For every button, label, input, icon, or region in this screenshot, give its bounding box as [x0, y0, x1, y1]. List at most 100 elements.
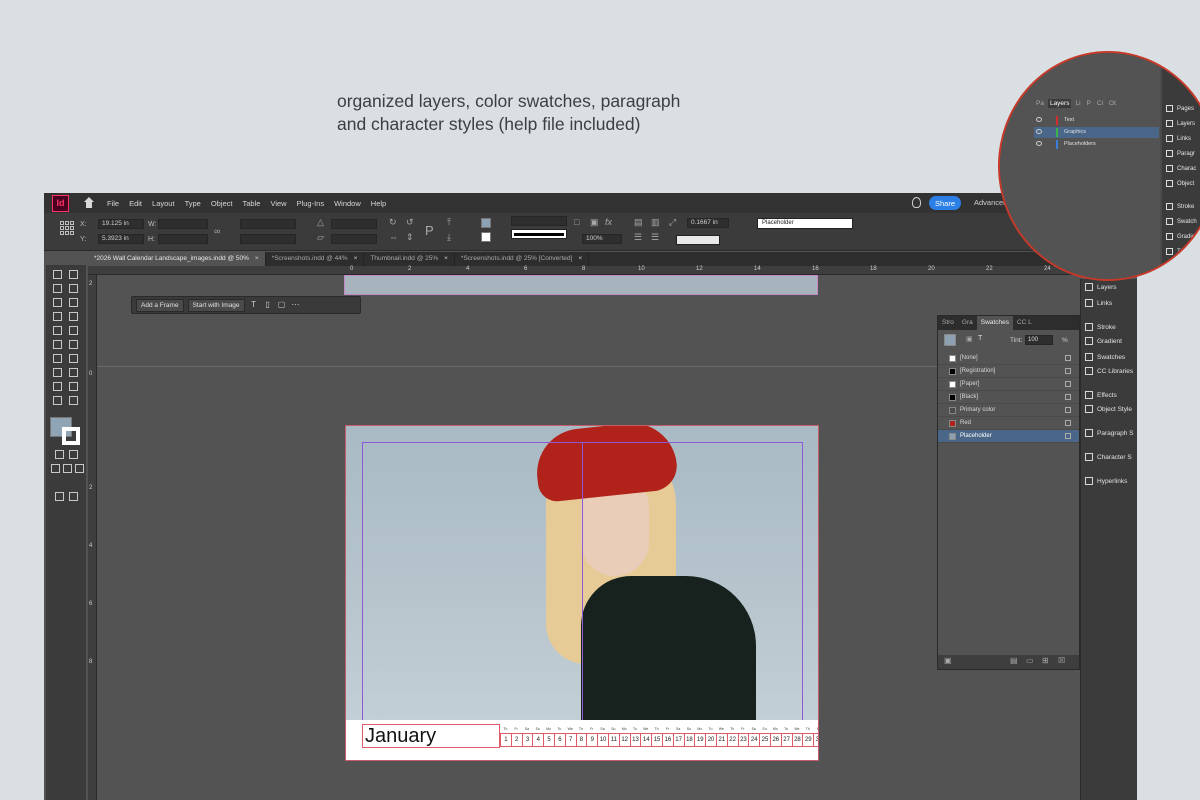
apply-color-icon[interactable]: [50, 463, 60, 473]
photo-frame[interactable]: [346, 426, 818, 720]
selection-tool-icon[interactable]: [52, 269, 62, 279]
tab-swatches[interactable]: Swatches: [976, 316, 1013, 330]
y-field[interactable]: 5.3923 in: [98, 234, 144, 244]
swatch-row[interactable]: Primary color: [938, 404, 1079, 417]
type-tool-icon[interactable]: [52, 311, 62, 321]
stroke-weight-field[interactable]: [511, 216, 567, 226]
frame-fitting-icon[interactable]: ⤢: [669, 217, 676, 228]
effects-fx-icon[interactable]: fx: [605, 217, 612, 227]
apply-none-icon[interactable]: [74, 463, 84, 473]
day-cell[interactable]: 2: [512, 734, 523, 746]
shear-field[interactable]: [331, 234, 377, 244]
day-cell[interactable]: 14: [641, 734, 653, 746]
day-cell[interactable]: 5: [544, 734, 555, 746]
dock-item[interactable]: Hyperlinks: [1085, 477, 1127, 485]
day-cell[interactable]: 6: [555, 734, 566, 746]
stroke-swatch[interactable]: [481, 232, 491, 242]
day-cell[interactable]: 18: [685, 734, 696, 746]
path-type-icon[interactable]: P: [425, 223, 434, 238]
opacity-field[interactable]: 100%: [582, 234, 622, 244]
menu-edit[interactable]: Edit: [129, 199, 142, 208]
zoom-dock-item[interactable]: Gradie: [1166, 233, 1195, 240]
dock-item[interactable]: Layers: [1085, 283, 1117, 291]
zoom-tab[interactable]: P: [1085, 99, 1093, 108]
gradient-swatch-tool-icon[interactable]: [52, 367, 62, 377]
horizontal-ruler[interactable]: 0 2 4 6 8 10 12 14 16 18 20 22 24: [88, 266, 1137, 275]
menu-window[interactable]: Window: [334, 199, 361, 208]
tab-screenshots-converted[interactable]: *Screenshots.indd @ 25% [Converted] ×: [455, 252, 590, 266]
rotate-ccw-icon[interactable]: ↺: [406, 217, 414, 228]
day-cell[interactable]: 7: [566, 734, 577, 746]
day-cell[interactable]: 15: [652, 734, 663, 746]
day-cell[interactable]: 25: [760, 734, 771, 746]
month-title[interactable]: January: [362, 724, 500, 748]
w-field[interactable]: [158, 219, 208, 229]
direct-selection-tool-icon[interactable]: [68, 269, 78, 279]
dock-item[interactable]: Object Style: [1085, 405, 1132, 413]
menu-type[interactable]: Type: [185, 199, 201, 208]
zoom-tab[interactable]: Pa: [1034, 99, 1046, 108]
corner-radius-field[interactable]: 0.1667 in: [687, 218, 729, 228]
tab-cc-libraries[interactable]: CC L: [1013, 316, 1036, 330]
fill-stroke-icon[interactable]: [944, 334, 956, 346]
day-cell[interactable]: 26: [771, 734, 782, 746]
fit-content-icon[interactable]: ▣: [590, 217, 599, 228]
menu-help[interactable]: Help: [371, 199, 386, 208]
day-row[interactable]: 1 2 3 4 5 6 7 8 9 10 11 12 13 14 15 16 17 18 19 20 21 22 23 24 2…: [500, 733, 818, 747]
dock-item[interactable]: Gradient: [1085, 337, 1122, 345]
previous-page[interactable]: [344, 275, 818, 295]
zoom-tab[interactable]: Ot: [1107, 99, 1118, 108]
share-button[interactable]: Share: [929, 196, 961, 210]
align-center-icon[interactable]: ☰: [651, 232, 659, 243]
zoom-dock-item[interactable]: Paragr: [1166, 150, 1195, 157]
eye-icon[interactable]: [1036, 117, 1042, 122]
formatting-text-icon[interactable]: [68, 449, 78, 459]
start-with-image-button[interactable]: Start with Image: [187, 298, 245, 312]
pencil-tool-icon[interactable]: [68, 325, 78, 335]
tab-stroke[interactable]: Stro: [938, 316, 958, 330]
menu-object[interactable]: Object: [211, 199, 233, 208]
h-field[interactable]: [158, 234, 208, 244]
swatch-row[interactable]: Red: [938, 417, 1079, 430]
add-frame-button[interactable]: Add a Frame: [136, 298, 184, 312]
stroke-color-icon[interactable]: [62, 427, 80, 445]
content-placer-icon[interactable]: [68, 297, 78, 307]
reference-point-icon[interactable]: [60, 221, 74, 235]
folder-icon[interactable]: ▭: [1026, 656, 1034, 665]
stroke-type-preview[interactable]: [511, 229, 567, 239]
zoom-dock-item[interactable]: Charac: [1166, 165, 1196, 172]
formatting-container-icon[interactable]: [54, 449, 64, 459]
menu-plugins[interactable]: Plug-Ins: [297, 199, 325, 208]
layer-row[interactable]: Text: [1034, 115, 1159, 126]
zoom-tab[interactable]: Cl: [1095, 99, 1105, 108]
swatch-row[interactable]: Placeholder: [938, 430, 1079, 443]
select-container-icon[interactable]: ⤒: [447, 217, 451, 228]
screen-mode-icon[interactable]: [68, 491, 78, 501]
tab-gradient[interactable]: Gra: [958, 316, 977, 330]
swatch-row[interactable]: [Black]: [938, 391, 1079, 404]
zoom-dock-item[interactable]: Pages: [1166, 105, 1194, 112]
align-top-icon[interactable]: ☰: [634, 232, 642, 243]
layer-row[interactable]: Graphics: [1034, 127, 1159, 138]
zoom-dock-item[interactable]: Object: [1166, 180, 1194, 187]
dock-item[interactable]: Character S: [1085, 453, 1132, 461]
swatch-row[interactable]: [Registration]: [938, 365, 1079, 378]
zoom-tab[interactable]: Li: [1073, 99, 1082, 108]
lightbulb-icon[interactable]: [912, 197, 921, 208]
day-cell[interactable]: 3: [523, 734, 534, 746]
day-cell[interactable]: 20: [706, 734, 717, 746]
page-tool-icon[interactable]: [52, 283, 62, 293]
day-cell[interactable]: 17: [674, 734, 685, 746]
layer-row[interactable]: Placeholders: [1034, 139, 1159, 150]
day-cell[interactable]: 9: [587, 734, 599, 746]
dock-item[interactable]: Effects: [1085, 391, 1117, 399]
gradient-feather-tool-icon[interactable]: [68, 367, 78, 377]
zoom-dock-item[interactable]: Links: [1166, 135, 1191, 142]
close-icon[interactable]: ×: [578, 255, 582, 262]
close-icon[interactable]: ×: [354, 255, 358, 262]
day-cell[interactable]: 16: [663, 734, 674, 746]
day-cell[interactable]: 1: [501, 734, 512, 746]
constrain-link-icon[interactable]: ∞: [214, 226, 220, 236]
menu-layout[interactable]: Layout: [152, 199, 175, 208]
day-cell[interactable]: 8: [577, 734, 588, 746]
